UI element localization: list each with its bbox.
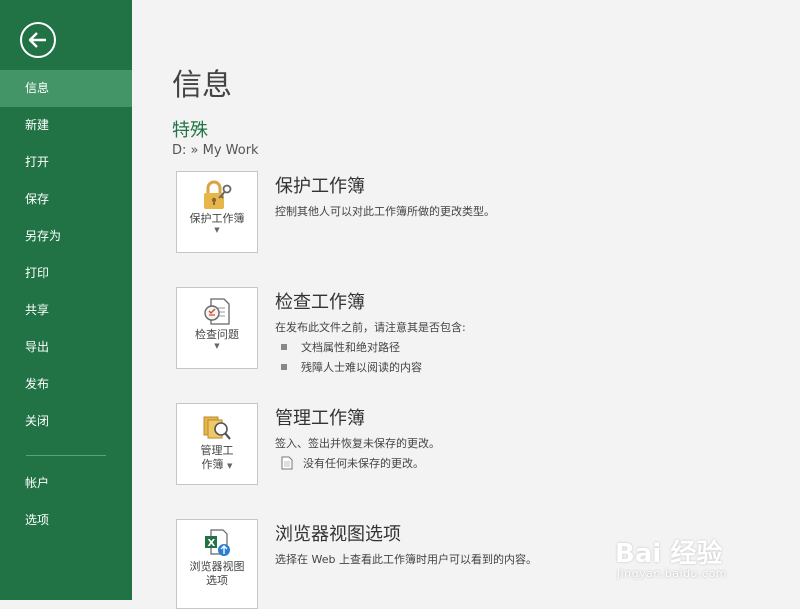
bullet-icon: [281, 364, 287, 370]
section-title: 检查工作簿: [275, 292, 365, 313]
watermark-url: jingyan.baidu.com: [617, 567, 728, 580]
list-item: 文档属性和绝对路径: [275, 339, 755, 355]
section-title: 保护工作簿: [275, 176, 365, 197]
back-button[interactable]: [20, 22, 56, 58]
bullet-text: 没有任何未保存的更改。: [303, 457, 424, 470]
back-arrow-icon: [29, 32, 46, 48]
browser-view-options-button[interactable]: X 浏览器视图 选项: [176, 519, 258, 609]
document-icon: [281, 456, 293, 470]
manage-workbook-button[interactable]: 管理工 作簿 ▼: [176, 403, 258, 485]
browser-view-icon: X: [205, 529, 230, 556]
bullet-icon: [281, 344, 287, 350]
page-title: 信息: [172, 68, 232, 103]
sidebar-divider: [26, 455, 106, 456]
workbook-name: 特殊: [172, 120, 208, 141]
tile-label-line2: 作簿: [201, 458, 224, 471]
protect-workbook-button[interactable]: 保护工作簿 ▼: [176, 171, 258, 253]
dropdown-caret-icon: ▼: [227, 462, 233, 470]
list-item: 没有任何未保存的更改。: [275, 455, 755, 471]
sidebar-item-export[interactable]: 导出: [0, 329, 132, 366]
browser-view-tile-label: 浏览器视图 选项: [181, 560, 253, 588]
sidebar-item-close[interactable]: 关闭: [0, 403, 132, 440]
check-for-issues-button[interactable]: 检查问题 ▼: [176, 287, 258, 369]
watermark-logo-text: Bai 经验: [615, 539, 723, 569]
sidebar-item-account[interactable]: 帐户: [0, 465, 132, 502]
baidu-watermark: Bai 经验 jingyan.baidu.com: [615, 515, 795, 595]
info-pane: 信息 特殊 D: » My Work 保护工作簿 ▼ 保护工作簿 控制其他人可以…: [132, 0, 800, 609]
tile-label-line1: 管理工: [200, 444, 234, 457]
tile-label-line1: 浏览器视图: [189, 560, 245, 573]
bullet-text: 文档属性和绝对路径: [301, 341, 400, 354]
manage-workbook-tile-label: 管理工 作簿 ▼: [181, 444, 253, 473]
sidebar-item-print[interactable]: 打印: [0, 255, 132, 292]
section-title: 管理工作簿: [275, 408, 365, 429]
protect-workbook-tile-label: 保护工作簿: [189, 212, 245, 225]
lock-key-icon: [204, 180, 232, 209]
manage-versions-icon: [203, 416, 231, 440]
tile-label-line2: 选项: [206, 574, 228, 587]
bullet-text: 残障人士难以阅读的内容: [301, 361, 422, 374]
sidebar-item-save-as[interactable]: 另存为: [0, 218, 132, 255]
section-description: 签入、签出并恢复未保存的更改。: [275, 437, 440, 450]
sidebar-item-new[interactable]: 新建: [0, 107, 132, 144]
sidebar-item-save[interactable]: 保存: [0, 181, 132, 218]
inspect-document-icon: [204, 298, 230, 325]
backstage-sidebar: 信息 新建 打开 保存 另存为 打印 共享 导出 发布 关闭 帐户 选项: [0, 0, 132, 600]
sidebar-nav-bottom: 帐户 选项: [0, 465, 132, 539]
dropdown-caret-icon: ▼: [214, 226, 220, 234]
workbook-path[interactable]: D: » My Work: [172, 143, 259, 158]
list-item: 残障人士难以阅读的内容: [275, 359, 755, 375]
svg-text:X: X: [208, 538, 216, 549]
sidebar-item-open[interactable]: 打开: [0, 144, 132, 181]
sidebar-item-publish[interactable]: 发布: [0, 366, 132, 403]
section-description: 在发布此文件之前，请注意其是否包含:: [275, 321, 466, 334]
dropdown-caret-icon: ▼: [214, 342, 220, 350]
sidebar-item-options[interactable]: 选项: [0, 502, 132, 539]
section-description: 控制其他人可以对此工作簿所做的更改类型。: [275, 205, 495, 218]
check-issues-tile-label: 检查问题: [195, 328, 239, 341]
sidebar-item-info[interactable]: 信息: [0, 70, 132, 107]
sidebar-nav: 信息 新建 打开 保存 另存为 打印 共享 导出 发布 关闭: [0, 70, 132, 440]
sidebar-item-share[interactable]: 共享: [0, 292, 132, 329]
